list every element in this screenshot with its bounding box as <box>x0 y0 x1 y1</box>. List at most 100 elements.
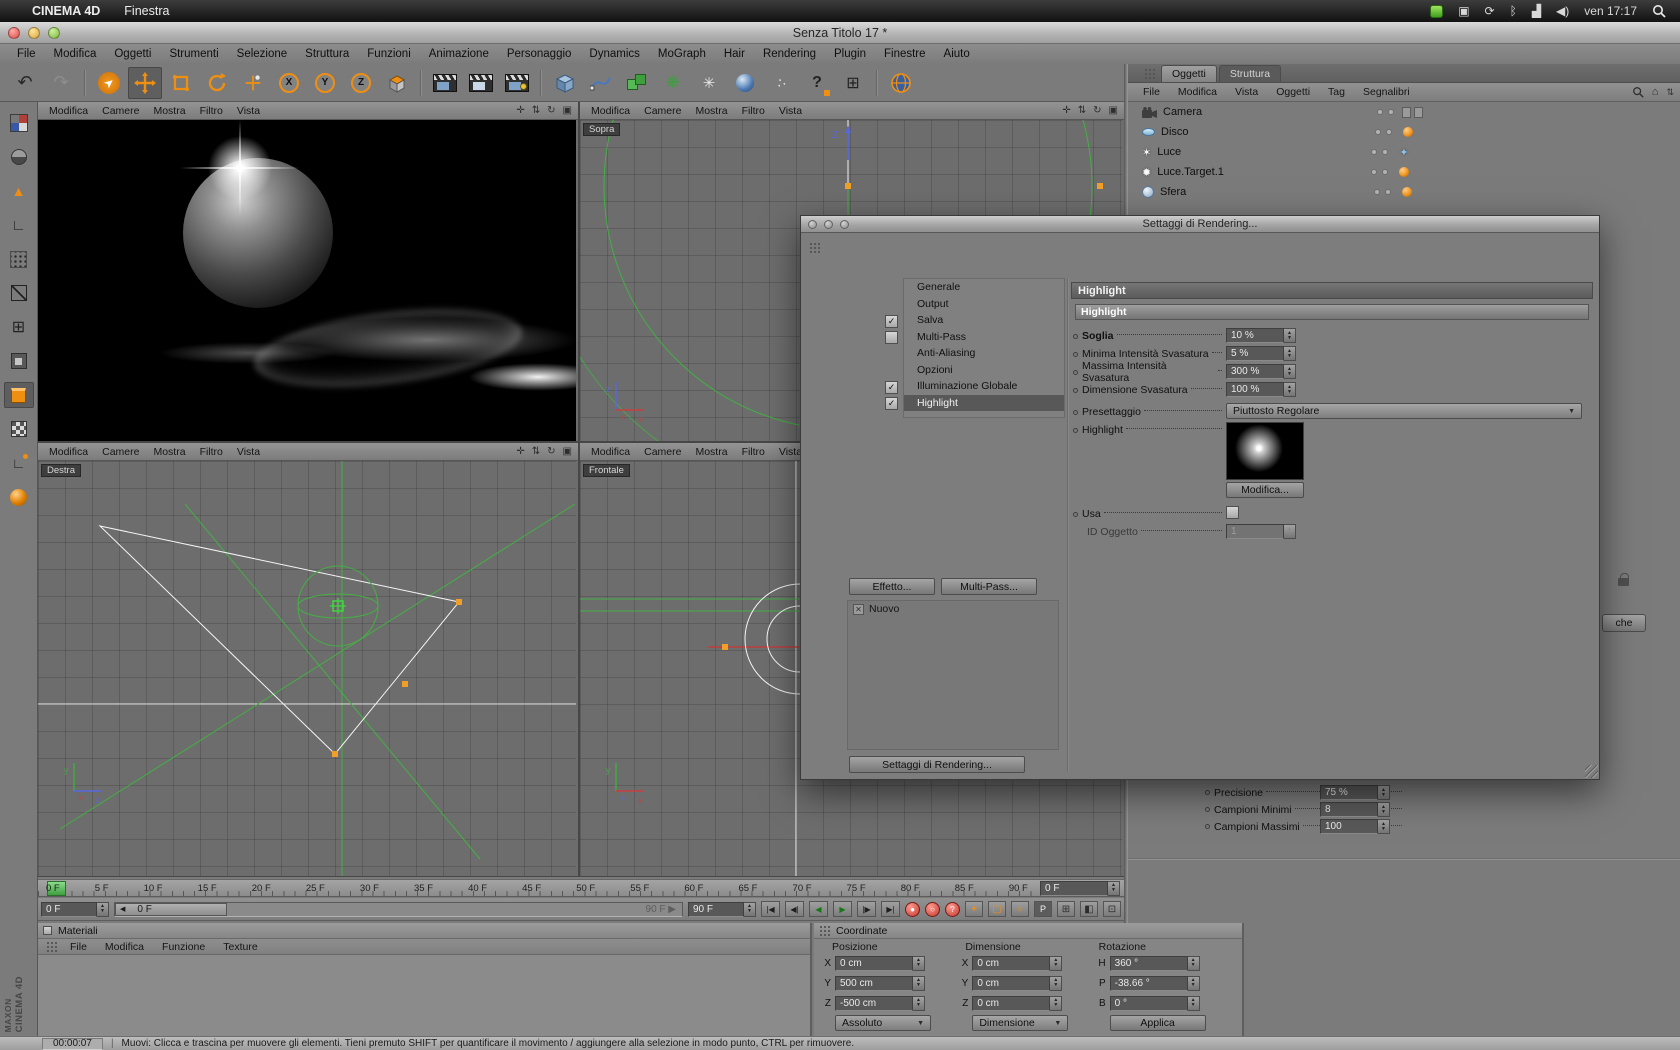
apply-button[interactable]: Applica <box>1109 1015 1206 1031</box>
object-name[interactable]: Sfera <box>1160 186 1374 198</box>
add-instance-icon[interactable] <box>620 67 654 99</box>
help-icon[interactable]: ? <box>800 67 834 99</box>
bluetooth-icon[interactable]: ᛒ <box>1510 4 1517 18</box>
fcurve-window-icon[interactable]: ⊡ <box>1103 901 1121 917</box>
keyframe-selection-toggle[interactable]: ⊞ <box>1057 901 1075 917</box>
render-visibility-dot[interactable] <box>1388 109 1394 115</box>
object-axis-icon[interactable] <box>4 484 34 510</box>
dimension-x-field[interactable]: 0 cm <box>972 955 1063 971</box>
dimension-z-field[interactable]: 0 cm <box>972 995 1063 1011</box>
stepper-icon[interactable] <box>1284 524 1296 539</box>
menu-mograph[interactable]: MoGraph <box>649 48 715 60</box>
menu-file[interactable]: File <box>8 48 45 60</box>
vp-menu-filtro[interactable]: Filtro <box>735 105 772 117</box>
display-icon[interactable]: ▣ <box>1458 4 1469 18</box>
dimensione-svasatura-field[interactable]: 100 % <box>1226 382 1296 397</box>
maximize-view-icon[interactable]: ▣ <box>563 105 572 116</box>
zoom-view-icon[interactable]: ⇅ <box>532 446 540 457</box>
object-row-disco[interactable]: Disco <box>1128 122 1680 142</box>
workplane-icon[interactable]: ∟ <box>4 450 34 476</box>
object-row-sfera[interactable]: Sfera <box>1128 182 1680 202</box>
om-menu-segnalibri[interactable]: Segnalibri <box>1354 86 1419 98</box>
preset-dropdown[interactable]: Piuttosto Regolare <box>1226 403 1582 419</box>
om-menu-tag[interactable]: Tag <box>1319 86 1354 98</box>
editor-visibility-dot[interactable] <box>1375 129 1381 135</box>
om-menu-modifica[interactable]: Modifica <box>1169 86 1226 98</box>
render-view-icon[interactable] <box>428 67 462 99</box>
object-name[interactable]: Disco <box>1161 126 1375 138</box>
material-tag-icon[interactable] <box>1403 127 1413 137</box>
nav-illuminazione-globale[interactable]: Illuminazione Globale <box>904 378 1064 395</box>
play-backwards-button[interactable]: ◀ <box>809 901 828 917</box>
record-options-button[interactable]: ? <box>945 901 960 917</box>
wifi-icon[interactable]: ▟ <box>1532 4 1541 18</box>
nav-salva[interactable]: Salva <box>904 312 1064 329</box>
vp-menu-filtro[interactable]: Filtro <box>735 446 772 458</box>
mode-dropdown-absolute[interactable]: Assoluto <box>835 1015 931 1031</box>
position-x-field[interactable]: 0 cm <box>835 955 925 971</box>
render-settings-button[interactable]: Settaggi di Rendering... <box>849 756 1025 773</box>
goto-start-button[interactable]: |◀ <box>761 901 780 917</box>
stepper-icon[interactable] <box>1284 364 1296 379</box>
editor-visibility-dot[interactable] <box>1371 169 1378 175</box>
menubar-clock[interactable]: ven 17:17 <box>1584 4 1637 18</box>
mode-dropdown-dimension[interactable]: Dimensione <box>972 1015 1069 1031</box>
modifica-button[interactable]: Modifica... <box>1226 482 1304 498</box>
stepper-icon[interactable] <box>1050 995 1063 1011</box>
make-editable-icon[interactable] <box>4 110 34 136</box>
add-spline-icon[interactable] <box>584 67 618 99</box>
render-visibility-dot[interactable] <box>1382 149 1389 155</box>
stepper-icon[interactable] <box>1187 995 1200 1011</box>
nav-highlight[interactable]: Highlight <box>904 394 1064 411</box>
object-row-luce[interactable]: ✶ Luce ✦ <box>1128 142 1680 162</box>
pan-view-icon[interactable]: ✛ <box>1062 105 1070 116</box>
volume-icon[interactable]: ◀) <box>1556 4 1569 18</box>
position-z-field[interactable]: -500 cm <box>835 995 925 1011</box>
rotate-view-icon[interactable]: ↻ <box>547 105 555 116</box>
home-icon[interactable]: ⌂ <box>1652 86 1659 98</box>
polygons-mode-icon[interactable]: ⊞ <box>4 314 34 340</box>
timeline-slider-handle[interactable]: ◀ 0 F <box>115 902 227 916</box>
sync-icon[interactable]: ⟳ <box>1485 4 1495 18</box>
key-position-toggle[interactable]: + <box>965 901 983 917</box>
key-scale-toggle[interactable]: ▢ <box>988 901 1006 917</box>
campioni-minimi-field[interactable]: 8 <box>1320 802 1390 817</box>
animation-mode-icon[interactable] <box>4 348 34 374</box>
dimension-y-field[interactable]: 0 cm <box>972 975 1063 991</box>
vp-menu-camere[interactable]: Camere <box>95 446 146 458</box>
menu-finestre[interactable]: Finestre <box>875 48 935 60</box>
vp-menu-mostra[interactable]: Mostra <box>146 446 192 458</box>
vp-menu-camere[interactable]: Camere <box>95 105 146 117</box>
stepper-icon[interactable] <box>1284 346 1296 361</box>
lock-icon[interactable] <box>1618 573 1629 586</box>
search-icon[interactable] <box>1632 86 1644 98</box>
stepper-icon[interactable] <box>1284 328 1296 343</box>
stepper-icon[interactable] <box>1187 955 1200 971</box>
growl-badge-icon[interactable] <box>1430 4 1444 18</box>
add-primitive-cube-icon[interactable] <box>548 67 582 99</box>
timeline-window-icon[interactable]: ◧ <box>1080 901 1098 917</box>
object-name[interactable]: Luce.Target.1 <box>1157 166 1371 178</box>
redo-icon[interactable]: ↷ <box>44 67 78 99</box>
om-menu-vista[interactable]: Vista <box>1226 86 1267 98</box>
menubar-item-finestra[interactable]: Finestra <box>124 4 169 18</box>
id-oggetto-field[interactable]: 1 <box>1226 524 1296 539</box>
record-keyframe-button[interactable]: ● <box>905 901 920 917</box>
lock-x-axis-icon[interactable]: X <box>272 67 306 99</box>
vp-menu-modifica[interactable]: Modifica <box>42 446 95 458</box>
timeline-ticks[interactable]: 0 F5 F 10 F 15 F 20 F 25 F 30 F 35 F 40 F 45 … <box>38 880 1036 896</box>
next-key-button[interactable]: |▶ <box>857 901 876 917</box>
menu-oggetti[interactable]: Oggetti <box>105 48 160 60</box>
menu-aiuto[interactable]: Aiuto <box>935 48 979 60</box>
stepper-icon[interactable] <box>1378 819 1390 834</box>
om-menu-oggetti[interactable]: Oggetti <box>1267 86 1319 98</box>
drag-handle-icon[interactable] <box>46 941 57 952</box>
material-tag-icon[interactable] <box>1399 167 1410 177</box>
pan-view-icon[interactable]: ✛ <box>516 446 524 457</box>
stepper-icon[interactable] <box>1284 382 1296 397</box>
tab-struttura[interactable]: Struttura <box>1218 65 1282 82</box>
add-particles-icon[interactable]: ✳ <box>692 67 726 99</box>
editor-visibility-dot[interactable] <box>1371 149 1378 155</box>
stepper-icon[interactable] <box>97 901 109 917</box>
vp-menu-modifica[interactable]: Modifica <box>584 105 637 117</box>
